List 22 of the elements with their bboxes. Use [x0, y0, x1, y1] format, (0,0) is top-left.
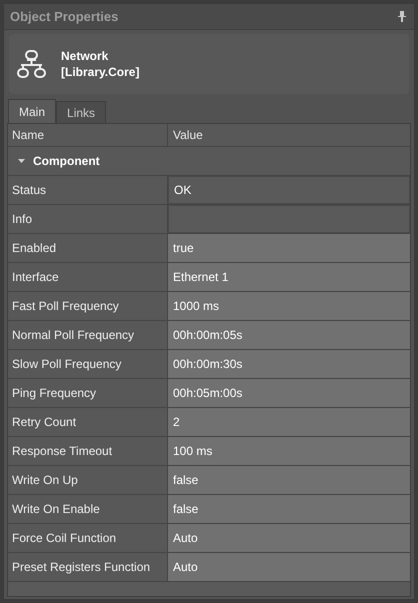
tab[interactable]: Main — [8, 99, 56, 123]
property-value: OK — [168, 176, 410, 204]
tab[interactable]: Links — [56, 101, 106, 123]
value-field[interactable]: false — [168, 466, 410, 494]
value-field[interactable]: Auto — [168, 553, 410, 581]
caret-icon — [18, 158, 25, 164]
value-field[interactable]: 00h:00m:05s — [168, 321, 410, 349]
value-field[interactable]: true — [168, 234, 410, 262]
value-field[interactable]: 00h:00m:30s — [168, 350, 410, 378]
value-field[interactable]: 2 — [168, 408, 410, 436]
network-icon — [17, 49, 47, 79]
value-field[interactable]: Auto — [168, 524, 410, 552]
value-field[interactable]: Ethernet 1 — [168, 263, 410, 291]
pin-icon — [398, 11, 406, 22]
value-field[interactable]: 00h:05m:00s — [168, 379, 410, 407]
value-field[interactable]: false — [168, 495, 410, 523]
object-name: Network — [61, 48, 110, 64]
value-field[interactable]: 100 ms — [168, 437, 410, 465]
object-library: [Library.Core] — [61, 64, 140, 80]
pin-button[interactable] — [396, 10, 408, 24]
panel-title: Object Properties — [10, 8, 118, 26]
value-field[interactable]: 1000 ms — [168, 292, 410, 320]
